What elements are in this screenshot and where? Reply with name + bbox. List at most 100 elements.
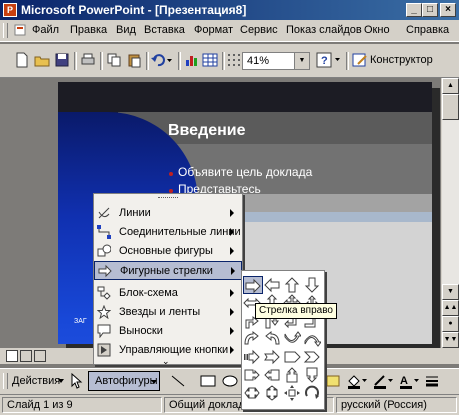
menu-item-block-arrows[interactable]: Фигурные стрелки xyxy=(94,261,242,280)
actions-menu-button[interactable]: Действия xyxy=(12,375,60,387)
chevron-down-icon[interactable]: ▼ xyxy=(294,53,309,69)
menu-item-basic-shapes[interactable]: Основные фигуры xyxy=(94,242,242,261)
slide-bullet[interactable]: Объявите цель доклада xyxy=(178,165,312,179)
menu-icon[interactable] xyxy=(14,24,26,39)
scroll-down-button[interactable]: ▼ xyxy=(442,284,459,300)
autoshapes-menu: Линии Соединительные линии Основные фигу… xyxy=(93,193,243,367)
up-down-callout-icon[interactable] xyxy=(263,384,283,402)
up-arrow-icon[interactable] xyxy=(283,276,303,294)
down-arrow-callout-icon[interactable] xyxy=(303,366,323,384)
separator xyxy=(74,52,77,70)
designer-icon[interactable] xyxy=(352,52,368,68)
help-icon[interactable]: ? xyxy=(316,52,332,68)
new-document-icon[interactable] xyxy=(14,52,30,68)
striped-right-arrow-icon[interactable] xyxy=(243,348,263,366)
designer-button-label[interactable]: Конструктор xyxy=(370,54,433,66)
expand-menu-chevron-icon[interactable]: ⌄ xyxy=(162,356,170,367)
outline-view-icon[interactable] xyxy=(20,350,32,362)
slide-title[interactable]: Введение xyxy=(168,122,246,140)
normal-view-icon[interactable] xyxy=(6,350,18,362)
slide-sorter-view-icon[interactable] xyxy=(34,350,46,362)
left-right-callout-icon[interactable] xyxy=(243,384,263,402)
up-arrow-callout-icon[interactable] xyxy=(283,366,303,384)
chevron-arrow-icon[interactable] xyxy=(303,348,323,366)
fill-color-icon[interactable] xyxy=(346,373,368,389)
left-arrow-callout-icon[interactable] xyxy=(263,366,283,384)
menu-item-label: Фигурные стрелки xyxy=(120,265,213,277)
minimize-button[interactable]: _ xyxy=(406,3,422,17)
line-tool-icon[interactable] xyxy=(170,374,186,388)
block-arrows-palette xyxy=(241,270,325,410)
menu-edit[interactable]: Правка xyxy=(70,24,107,36)
menu-item-label: Соединительные линии xyxy=(119,226,241,238)
menu-item-connectors[interactable]: Соединительные линии xyxy=(94,223,242,242)
down-arrow-icon[interactable] xyxy=(303,276,323,294)
curved-down-arrow-icon[interactable] xyxy=(303,330,323,348)
drawbar-grip[interactable] xyxy=(3,373,8,389)
scroll-up-button[interactable]: ▲ xyxy=(442,78,459,94)
autoshapes-menu-button[interactable]: Автофигуры xyxy=(88,371,160,391)
lines-icon xyxy=(97,206,111,220)
menu-help[interactable]: Справка xyxy=(406,24,449,36)
autoshapes-label: Автофигуры xyxy=(95,375,158,387)
next-slide-button[interactable]: ▼▼ xyxy=(442,332,459,348)
print-icon[interactable] xyxy=(80,52,96,68)
menu-item-stars-banners[interactable]: Звезды и ленты xyxy=(94,303,242,322)
menu-item-label: Выноски xyxy=(119,325,163,337)
paste-icon[interactable] xyxy=(126,52,142,68)
menubar-grip[interactable] xyxy=(3,23,8,38)
select-pointer-icon[interactable] xyxy=(68,372,84,390)
curved-up-arrow-icon[interactable] xyxy=(283,330,303,348)
copy-icon[interactable] xyxy=(106,52,122,68)
close-button[interactable]: × xyxy=(440,3,456,17)
menu-slideshow[interactable]: Показ слайдов xyxy=(286,24,362,36)
palette-drag-handle[interactable] xyxy=(242,271,324,275)
menu-format[interactable]: Формат xyxy=(194,24,233,36)
curved-right-arrow-icon[interactable] xyxy=(243,330,263,348)
menu-bar: Файл Правка Вид Вставка Формат Сервис По… xyxy=(0,20,459,42)
separator xyxy=(146,52,149,70)
select-object-button[interactable]: ● xyxy=(442,316,459,332)
quad-arrow-callout-icon[interactable] xyxy=(283,384,303,402)
line-color-icon[interactable] xyxy=(372,373,394,389)
insert-picture-icon[interactable] xyxy=(326,374,340,388)
undo-icon[interactable] xyxy=(150,52,166,68)
previous-slide-button[interactable]: ▲▲ xyxy=(442,300,459,316)
notched-right-arrow-icon[interactable] xyxy=(263,348,283,366)
menu-view[interactable]: Вид xyxy=(116,24,136,36)
menu-item-callouts[interactable]: Выноски xyxy=(94,322,242,341)
menu-item-lines[interactable]: Линии xyxy=(94,204,242,223)
scroll-thumb[interactable] xyxy=(442,94,459,120)
insert-table-icon[interactable] xyxy=(202,52,218,68)
menu-window[interactable]: Окно xyxy=(364,24,390,36)
menu-item-flowchart[interactable]: Блок-схема xyxy=(94,284,242,303)
menu-file[interactable]: Файл xyxy=(32,24,59,36)
maximize-button[interactable]: □ xyxy=(422,3,438,17)
insert-chart-icon[interactable] xyxy=(184,52,200,68)
rectangle-tool-icon[interactable] xyxy=(200,374,216,388)
menu-insert[interactable]: Вставка xyxy=(144,24,185,36)
circular-arrow-icon[interactable] xyxy=(303,384,323,402)
powerpoint-app-icon[interactable]: P xyxy=(3,3,17,17)
font-color-icon[interactable]: A xyxy=(398,373,420,389)
more-buttons-icon[interactable] xyxy=(334,52,342,68)
menu-tools[interactable]: Сервис xyxy=(240,24,278,36)
line-style-icon[interactable] xyxy=(424,373,440,389)
zoom-combobox[interactable]: 41% ▼ xyxy=(242,52,310,70)
open-folder-icon[interactable] xyxy=(34,52,50,68)
undo-dropdown-icon[interactable] xyxy=(166,52,174,68)
save-icon[interactable] xyxy=(54,52,70,68)
chevron-down-icon xyxy=(58,379,64,383)
menu-item-label: Звезды и ленты xyxy=(119,306,201,318)
window-title: Microsoft PowerPoint - [Презентация8] xyxy=(21,3,247,17)
curved-left-arrow-icon[interactable] xyxy=(263,330,283,348)
show-grid-icon[interactable] xyxy=(226,52,242,68)
right-arrow-callout-icon[interactable] xyxy=(243,366,263,384)
vertical-scrollbar[interactable]: ▲ ▼ ▲▲ ● ▼▼ xyxy=(441,78,459,348)
menu-drag-handle[interactable] xyxy=(94,195,242,201)
oval-tool-icon[interactable] xyxy=(222,374,238,388)
block-arrows-icon xyxy=(98,264,112,278)
pentagon-arrow-icon[interactable] xyxy=(283,348,303,366)
left-arrow-icon[interactable] xyxy=(263,276,283,294)
right-arrow-icon[interactable] xyxy=(243,276,263,294)
